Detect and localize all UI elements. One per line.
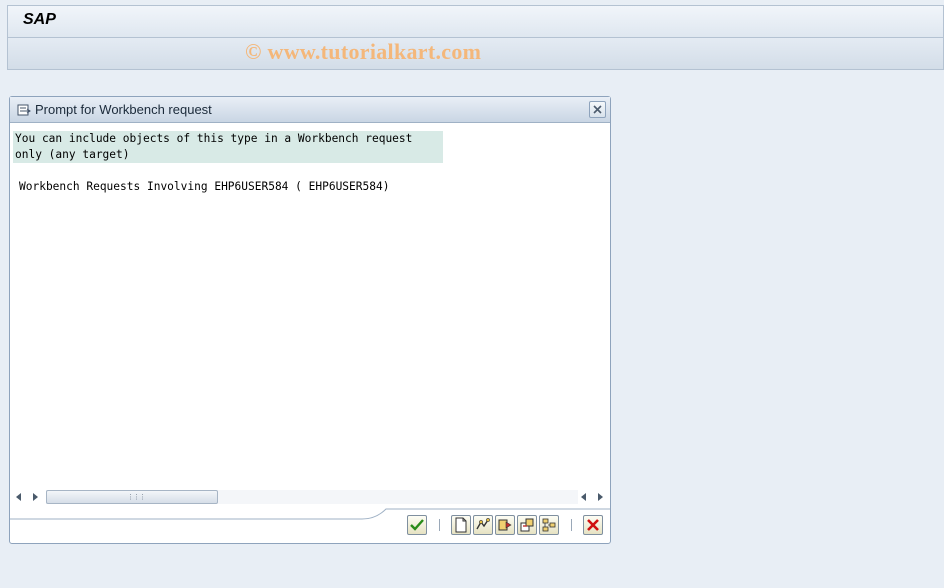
scroll-left-arrow-icon[interactable] [581,493,586,501]
close-icon [593,105,602,114]
watermark: © www.tutorialkart.com [245,39,482,64]
cancel-button[interactable] [583,515,603,535]
dialog-icon [17,104,31,116]
dialog-title: Prompt for Workbench request [35,102,212,117]
dialog-header: Prompt for Workbench request [10,97,610,123]
close-button[interactable] [589,101,606,118]
checkmark-icon [410,519,424,531]
own-requests-icon [476,518,490,530]
scroll-right-arrow-icon[interactable] [33,493,38,501]
horizontal-scrollbar[interactable]: ⋮⋮⋮ [10,489,610,505]
continue-button[interactable] [407,515,427,535]
window-titlebar: SAP [7,5,944,37]
change-request-icon [520,518,534,532]
info-message-line-1: You can include objects of this type in … [13,131,443,147]
workbench-requests-tree-node[interactable]: Workbench Requests Involving EHP6USER584… [19,180,389,193]
scroll-left-arrow-icon[interactable] [16,493,21,501]
create-request-button[interactable] [451,515,471,535]
display-request-icon [498,519,512,531]
display-request-button[interactable] [495,515,515,535]
grip-icon: ⋮⋮⋮ [127,493,146,501]
toolbar-separator [439,519,440,531]
change-request-button[interactable] [517,515,537,535]
scroll-right-arrow-icon[interactable] [598,493,603,501]
info-message-line-2: only (any target) [13,147,443,163]
structure-button[interactable] [539,515,559,535]
scroll-thumb[interactable]: ⋮⋮⋮ [46,490,218,504]
own-requests-button[interactable] [473,515,493,535]
cancel-icon [587,519,599,531]
toolbar-separator [571,519,572,531]
window-title: SAP [23,11,56,28]
new-document-icon [455,517,467,533]
workbench-request-dialog: Prompt for Workbench request You can inc… [9,96,611,544]
structure-icon [542,518,556,532]
